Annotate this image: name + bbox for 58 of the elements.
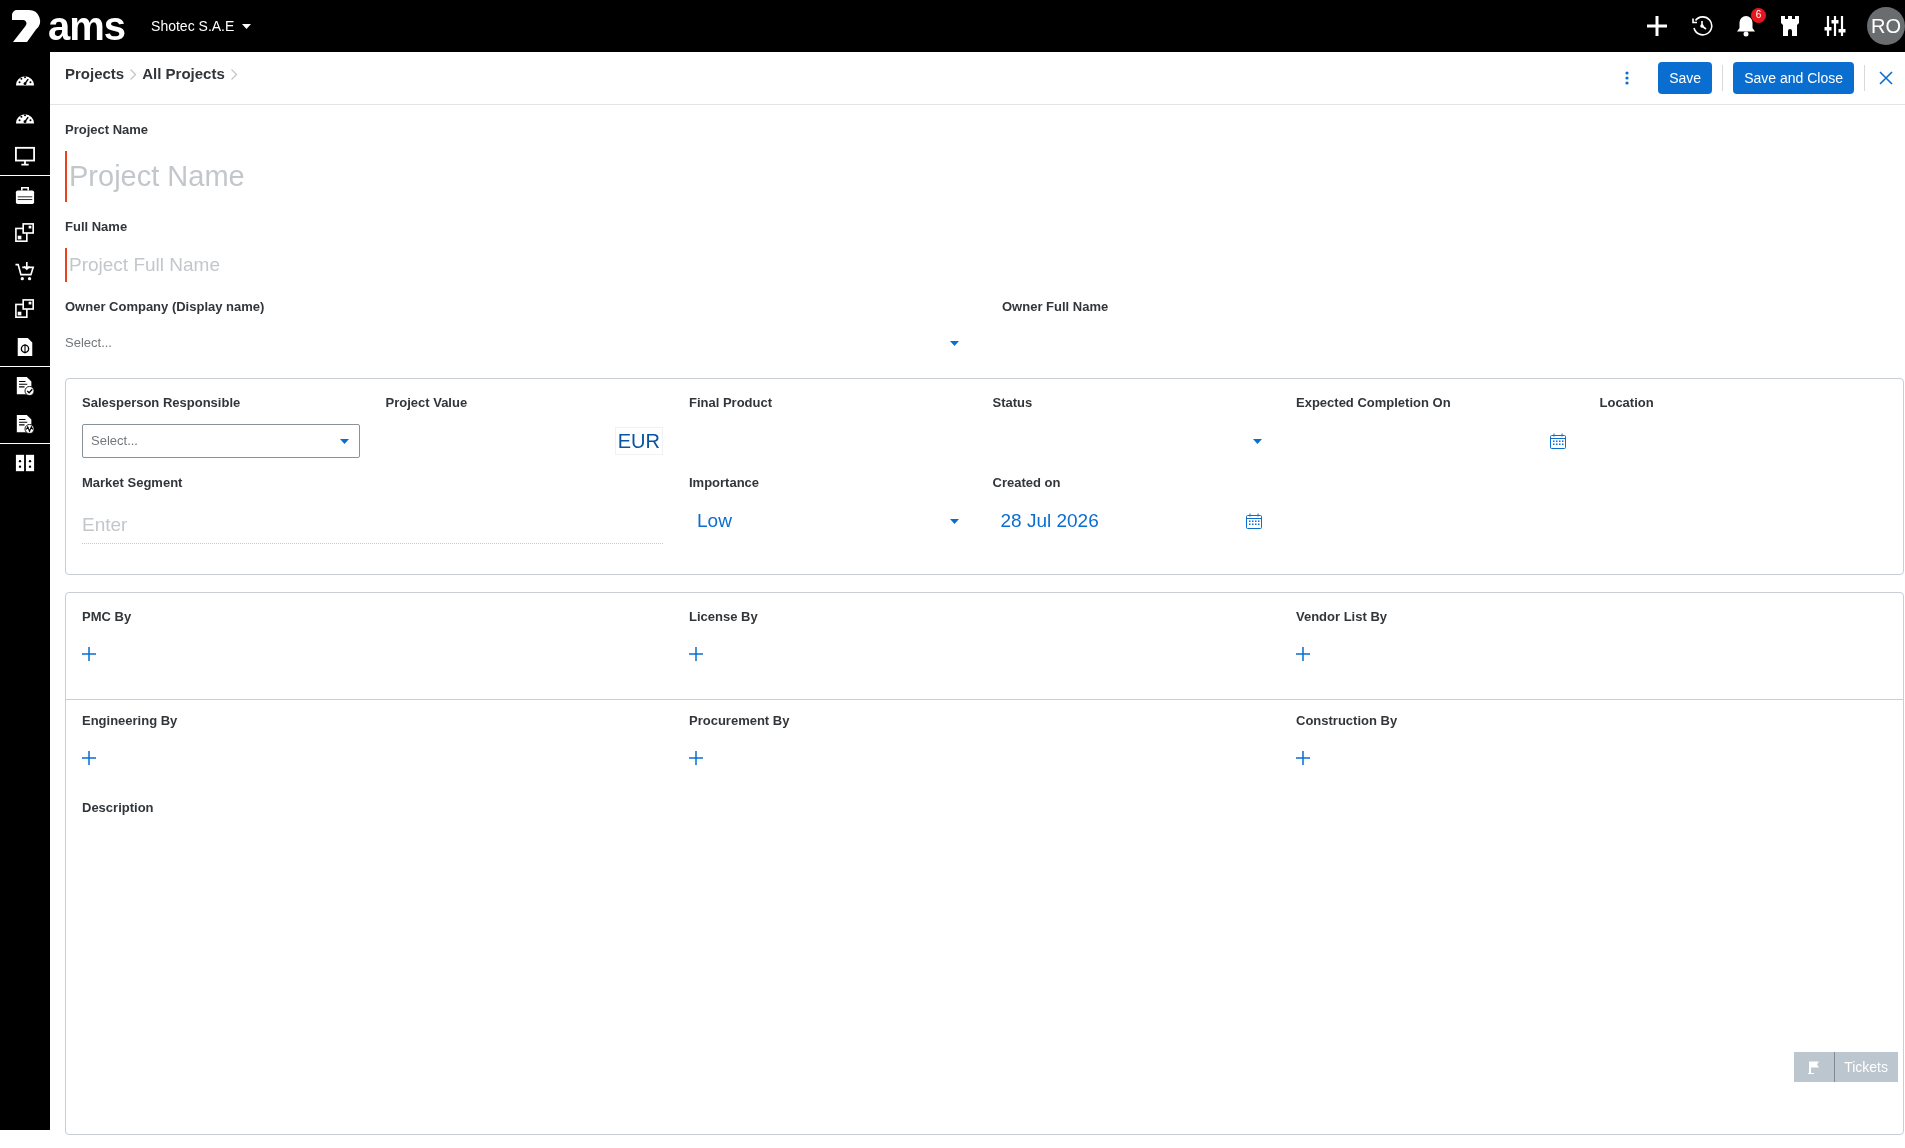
- document-icon[interactable]: [15, 337, 35, 357]
- chevron-right-icon: [230, 68, 237, 80]
- sliders-icon[interactable]: [1824, 15, 1846, 37]
- notification-badge: 6: [1751, 8, 1766, 23]
- field-label: Description: [82, 799, 154, 817]
- field-label: Salesperson Responsible: [82, 394, 241, 412]
- caret-icon: [339, 438, 349, 444]
- caret-icon: [242, 23, 252, 29]
- field-label: Vendor List By: [1296, 608, 1388, 626]
- document-chart-icon[interactable]: [15, 414, 35, 434]
- chevron-right-icon: [130, 68, 137, 80]
- breadcrumb-link[interactable]: Projects: [65, 62, 125, 86]
- castle-icon[interactable]: [1779, 15, 1801, 37]
- currency-addon: EUR: [614, 427, 663, 455]
- flag-icon: [1808, 1060, 1821, 1074]
- briefcase-icon[interactable]: [15, 185, 35, 205]
- field-label: Owner Full Name: [1002, 298, 1109, 316]
- field-label: Status: [992, 394, 1033, 412]
- logo-text: ams: [48, 6, 126, 46]
- field-label: Importance: [689, 474, 760, 492]
- bell-icon[interactable]: [1736, 15, 1756, 37]
- breadcrumb-link[interactable]: All Projects: [142, 62, 225, 86]
- field-label: Procurement By: [689, 712, 790, 730]
- company-dropdown[interactable]: Shotec S.A.E: [147, 13, 256, 39]
- calendar-icon: [1246, 513, 1262, 529]
- select-field[interactable]: Select...: [65, 328, 967, 358]
- field-label: Engineering By: [82, 712, 178, 730]
- field-label: PMC By: [82, 608, 132, 626]
- save-and-close-button[interactable]: Save and Close: [1733, 62, 1854, 94]
- field-label: Created on: [992, 474, 1061, 492]
- caret-icon: [949, 518, 959, 524]
- field-label: Expected Completion On: [1296, 394, 1451, 412]
- field-label: Full Name: [65, 218, 128, 236]
- user-avatar[interactable]: RO: [1867, 7, 1905, 45]
- overlapping-squares-icon[interactable]: [15, 299, 35, 319]
- close-icon[interactable]: [1879, 71, 1893, 85]
- save-button[interactable]: Save: [1658, 62, 1713, 94]
- field-label: Location: [1599, 394, 1654, 412]
- field-label: Project Value: [385, 394, 468, 412]
- calendar-icon: [1549, 433, 1566, 449]
- document-check-icon[interactable]: [15, 376, 35, 396]
- dropdown-field[interactable]: Low: [689, 504, 967, 538]
- field-label: Construction By: [1296, 712, 1398, 730]
- caret-icon: [950, 340, 959, 346]
- columns-icon[interactable]: [15, 453, 35, 473]
- monitor-icon[interactable]: [15, 146, 35, 166]
- overlapping-squares-icon[interactable]: [15, 223, 35, 243]
- date-field[interactable]: 28 Jul 2026: [992, 504, 1270, 538]
- field-label: Market Segment: [82, 474, 183, 492]
- field-label: Owner Company (Display name): [65, 298, 265, 316]
- cart-icon[interactable]: [15, 261, 35, 281]
- field-label: Final Product: [689, 394, 773, 412]
- field-label: License By: [689, 608, 758, 626]
- caret-icon: [1253, 438, 1262, 444]
- more-options-icon[interactable]: [1625, 71, 1630, 85]
- select-field[interactable]: Select...: [82, 424, 360, 458]
- history-icon[interactable]: [1691, 15, 1713, 37]
- field-label: Project Name: [65, 121, 149, 139]
